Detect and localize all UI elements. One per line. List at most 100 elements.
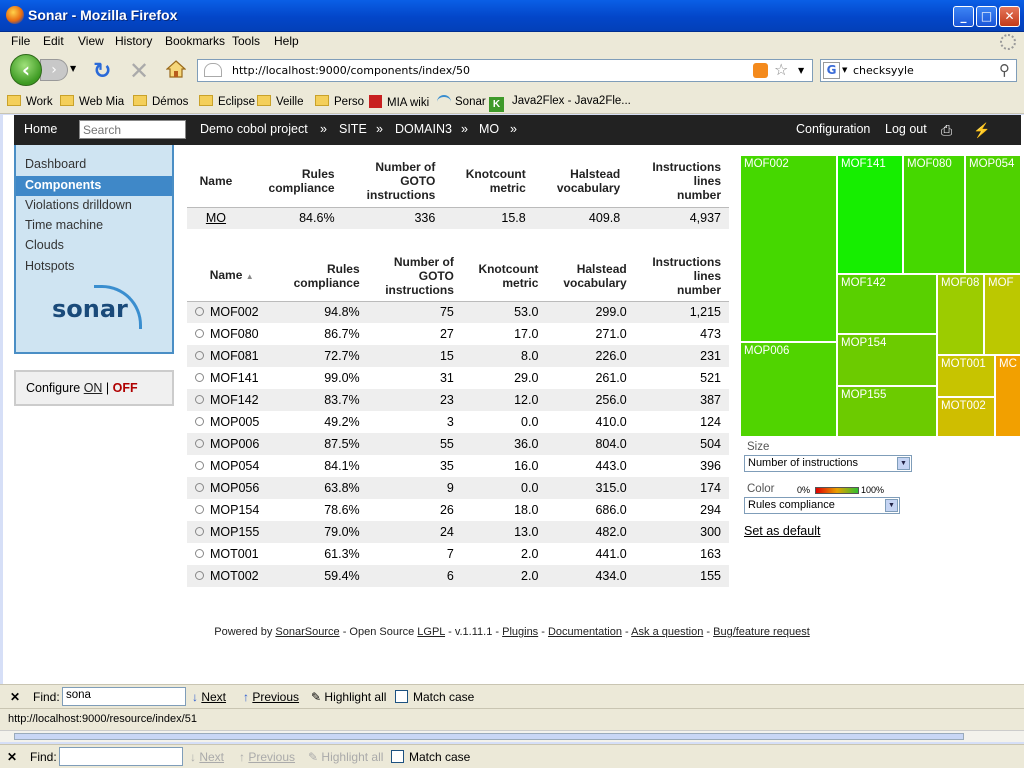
bookmark-work[interactable]: Work [7,95,53,108]
treemap-tile[interactable]: MOF080 [903,155,965,274]
rss-feed-icon[interactable] [753,63,768,78]
component-name-text[interactable]: MOT001 [210,547,259,561]
google-icon[interactable]: G [823,62,840,79]
size-select[interactable]: Number of instructions ▼ [744,455,912,472]
crumb-mo[interactable]: MO [479,122,499,136]
bookmark-mia-wiki[interactable]: MIA wiki [369,95,429,109]
color-select[interactable]: Rules compliance ▼ [744,497,900,514]
bookmark-web-mia[interactable]: Web Mia [60,95,124,108]
set-as-default-link[interactable]: Set as default [744,524,820,538]
home-link[interactable]: Home [24,122,57,136]
bug-request-link[interactable]: Bug/feature request [713,626,810,638]
reload-icon[interactable]: ↻ [93,59,111,84]
table-row[interactable]: MOF080 86.7% 27 17.0 271.0 473 [187,323,729,345]
close-find-icon[interactable]: ✕ [10,690,20,704]
magnifier-icon[interactable] [195,461,204,470]
treemap-tile[interactable]: MOF141 [837,155,903,274]
minimize-button[interactable]: _ [953,6,974,27]
table-row[interactable]: MOT001 61.3% 7 2.0 441.0 163 [187,543,729,565]
component-name-text[interactable]: MOP005 [210,415,259,429]
highlight-all-button[interactable]: ✎ Highlight all [308,750,383,764]
sonarsource-link[interactable]: SonarSource [275,626,339,638]
lgpl-link[interactable]: LGPL [417,626,445,638]
table-row[interactable]: MOF142 83.7% 23 12.0 256.0 387 [187,389,729,411]
component-name[interactable]: MOP006 [187,433,277,455]
history-dropdown-icon[interactable]: ▼ [70,64,76,73]
close-button[interactable]: ✕ [999,6,1020,27]
match-case-checkbox[interactable]: Match case [395,690,474,704]
component-name[interactable]: MOT001 [187,543,276,565]
col-goto[interactable]: Number of GOTO instructions [367,251,462,302]
component-name[interactable]: MOP054 [187,455,276,477]
home-icon[interactable] [166,60,186,78]
component-name[interactable]: MOF142 [187,389,277,411]
find-previous-button[interactable]: ↑ Previous [239,750,295,764]
treemap-tile[interactable]: MC [995,355,1021,437]
component-name[interactable]: MOF080 [187,323,276,345]
sidebar-item-violations-drilldown[interactable]: Violations drilldown [25,198,132,212]
magnifier-icon[interactable] [195,483,204,492]
component-name[interactable]: MOF141 [187,367,276,389]
table-row[interactable]: MOP006 87.5% 55 36.0 804.0 504 [187,433,729,455]
configuration-link[interactable]: Configuration [796,122,870,136]
crumb-domain3[interactable]: DOMAIN3 [395,122,452,136]
menu-tools[interactable]: Tools [232,34,260,48]
highlight-all-button[interactable]: ✎ Highlight all [311,690,386,704]
component-name-text[interactable]: MOP054 [210,459,259,473]
bookmark-eclipse[interactable]: Eclipse [199,95,255,108]
logout-link[interactable]: Log out [885,122,927,136]
magnifier-icon[interactable] [195,439,204,448]
configure-on-link[interactable]: ON [84,381,103,395]
magnifier-icon[interactable] [195,505,204,514]
magnifier-icon[interactable] [195,373,204,382]
component-name[interactable]: MOF081 [187,345,277,367]
magnifier-icon[interactable] [195,571,204,580]
menu-view[interactable]: View [78,34,104,48]
component-name-text[interactable]: MOP154 [210,503,259,517]
treemap-tile[interactable]: MOP155 [837,386,937,437]
horizontal-scrollbar[interactable] [0,730,1024,742]
component-name-text[interactable]: MOF080 [210,327,259,341]
search-bar[interactable]: G ▼ checksyyle ⚲ [820,59,1017,82]
bookmark-demos[interactable]: Démos [133,95,188,108]
component-name[interactable]: MOP155 [187,521,277,543]
component-name[interactable]: MOF002 [187,301,277,323]
component-name[interactable]: MOT002 [187,565,277,587]
component-name-text[interactable]: MOP155 [210,525,259,539]
sidebar-item-dashboard[interactable]: Dashboard [25,157,86,171]
magnifier-icon[interactable] [195,329,204,338]
table-row[interactable]: MOP005 49.2% 3 0.0 410.0 124 [187,411,729,433]
bookmark-sonar[interactable]: Sonar [437,95,486,108]
table-row[interactable]: MOT002 59.4% 6 2.0 434.0 155 [187,565,729,587]
treemap-tile[interactable]: MOT001 [937,355,995,397]
menu-bookmarks[interactable]: Bookmarks [165,34,225,48]
documentation-link[interactable]: Documentation [548,626,622,638]
table-row[interactable]: MOF081 72.7% 15 8.0 226.0 231 [187,345,729,367]
configure-off[interactable]: OFF [113,381,138,395]
component-name-text[interactable]: MOF081 [210,349,259,363]
print-icon[interactable]: ⎙ [941,122,952,139]
table-row[interactable]: MOP154 78.6% 26 18.0 686.0 294 [187,499,729,521]
find-next-button[interactable]: ↓ Next [192,690,226,704]
treemap-tile[interactable]: MOP154 [837,334,937,386]
forward-button[interactable]: › [40,59,68,81]
treemap-tile[interactable]: MOP006 [740,342,837,437]
magnifier-icon[interactable] [195,351,204,360]
menu-help[interactable]: Help [274,34,299,48]
bookmark-perso[interactable]: Perso [315,95,364,108]
magnifier-icon[interactable] [195,417,204,426]
summary-name-link[interactable]: MO [187,207,245,229]
col-instructions[interactable]: Instructions lines number [634,251,729,302]
find-next-button[interactable]: ↓ Next [190,750,224,764]
table-row[interactable]: MOF141 99.0% 31 29.0 261.0 521 [187,367,729,389]
back-button[interactable]: ‹ [10,54,42,86]
plugins-link[interactable]: Plugins [502,626,538,638]
magnifier-icon[interactable] [195,549,204,558]
scrollbar-thumb[interactable] [14,733,964,740]
sidebar-item-components[interactable]: Components [25,178,101,192]
treemap-tile[interactable]: MOF08 [937,274,984,355]
component-name[interactable]: MOP056 [187,477,277,499]
crumb-site[interactable]: SITE [339,122,367,136]
find-input[interactable]: sona [62,687,186,706]
component-name-text[interactable]: MOT002 [210,569,259,583]
